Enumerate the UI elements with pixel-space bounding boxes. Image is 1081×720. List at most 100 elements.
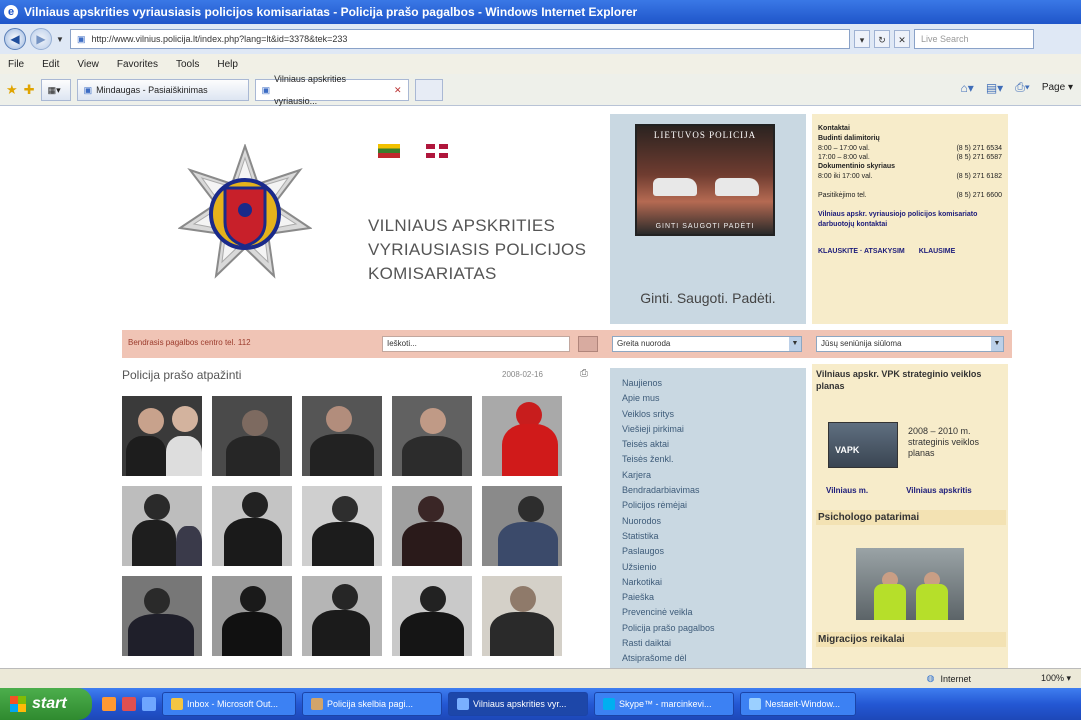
- new-tab-button[interactable]: [414, 78, 443, 101]
- site-search-input[interactable]: Ieškoti...: [382, 336, 570, 352]
- vilnius-county-link[interactable]: Vilniaus apskritis: [906, 486, 972, 495]
- lithuanian-flag-icon[interactable]: [378, 144, 400, 158]
- nav-item[interactable]: Policija prašo pagalbos: [622, 621, 794, 636]
- print-page-icon[interactable]: ⎙: [580, 368, 588, 379]
- nav-item[interactable]: Užsienio: [622, 560, 794, 575]
- nav-item[interactable]: Rasti daiktai: [622, 636, 794, 651]
- suspect-photo[interactable]: [482, 576, 562, 656]
- contact-row: 17:00 – 8:00 val. (8 5) 271 6587: [818, 153, 1002, 162]
- nav-item[interactable]: Veiklos sritys: [622, 407, 794, 422]
- task-label: Inbox - Microsoft Out...: [187, 699, 279, 709]
- menu-edit[interactable]: Edit: [42, 59, 59, 70]
- suspect-photo[interactable]: [392, 396, 472, 476]
- search-go-button[interactable]: [578, 336, 598, 352]
- nav-item[interactable]: Narkotikai: [622, 575, 794, 590]
- chevron-down-icon: ▼: [991, 337, 1003, 351]
- nav-item[interactable]: Bendradarbiavimas: [622, 483, 794, 498]
- nav-item[interactable]: Teisės ženkl.: [622, 452, 794, 467]
- person-shape: [166, 436, 202, 476]
- ie-icon[interactable]: [142, 697, 156, 711]
- back-button[interactable]: ◀: [4, 28, 26, 50]
- quick-tabs-button[interactable]: ▦▾: [40, 78, 71, 101]
- url-field[interactable]: ▣ http://www.vilnius.policija.lt/index.p…: [70, 29, 850, 49]
- suspect-photo[interactable]: [302, 486, 382, 566]
- region-links: Vilniaus m. Vilniaus apskritis: [826, 486, 972, 495]
- english-flag-icon[interactable]: [426, 144, 448, 158]
- district-value: Jūsų seniūnija siūloma: [821, 339, 902, 348]
- feeds-icon[interactable]: ▤▾: [986, 81, 1003, 95]
- taskbar-item-skype[interactable]: Skype™ - marcinkevi...: [594, 692, 734, 716]
- menu-view[interactable]: View: [77, 59, 99, 70]
- quick-link-select[interactable]: Greita nuoroda ▼: [612, 336, 802, 352]
- app-icon[interactable]: [122, 697, 136, 711]
- officers-photo[interactable]: [856, 548, 964, 620]
- suspect-photo[interactable]: [212, 396, 292, 476]
- strategy-plan-image[interactable]: VAPK: [828, 422, 898, 468]
- nav-item[interactable]: Policijos rėmėjai: [622, 498, 794, 513]
- suspect-photo[interactable]: [482, 396, 562, 476]
- print-icon[interactable]: ⎙▾: [1015, 80, 1030, 95]
- refresh-icon[interactable]: ↻: [874, 30, 890, 48]
- nav-item[interactable]: Apie mus: [622, 391, 794, 406]
- suspect-photo[interactable]: [482, 486, 562, 566]
- chevron-down-icon: ▼: [789, 337, 801, 351]
- favorites-star-icon[interactable]: ★: [6, 82, 18, 98]
- zoom-level[interactable]: 100% ▾: [1041, 673, 1071, 684]
- staff-contacts-link[interactable]: Vilniaus apskr. vyriausiojo policijos ko…: [818, 210, 1002, 230]
- tab-mindaugas[interactable]: ▣ Mindaugas - Pasiaiškinimas: [76, 78, 249, 101]
- vilnius-city-link[interactable]: Vilniaus m.: [826, 486, 868, 495]
- strategy-plan-link[interactable]: 2008 – 2010 m. strateginis veiklos plana…: [908, 426, 1000, 459]
- taskbar-item-window[interactable]: Nestaeit-Window...: [740, 692, 856, 716]
- stop-icon[interactable]: ✕: [894, 30, 910, 48]
- ask-link[interactable]: KLAUSKITE · ATSAKYSIM: [818, 248, 905, 255]
- menu-help[interactable]: Help: [217, 59, 238, 70]
- police-poster-banner[interactable]: LIETUVOS POLICIJA GINTI SAUGOTI PADĖTI: [635, 124, 775, 236]
- questions-link[interactable]: KLAUSIME: [919, 248, 956, 255]
- window-title: Vilniaus apskrities vyriausiasis policij…: [24, 5, 638, 19]
- add-favorites-icon[interactable]: ✚: [24, 82, 35, 98]
- history-dropdown-icon[interactable]: ▼: [56, 35, 66, 44]
- taskbar-item-ie-1[interactable]: Policija skelbia pagi...: [302, 692, 442, 716]
- nav-item[interactable]: Nuorodos: [622, 514, 794, 529]
- district-select[interactable]: Jūsų seniūnija siūloma ▼: [816, 336, 1004, 352]
- suspect-photo[interactable]: [212, 576, 292, 656]
- tab-vilnius-police[interactable]: ▣ Vilniaus apskrities vyriausio... ✕: [254, 74, 409, 106]
- close-tab-icon[interactable]: ✕: [394, 79, 402, 101]
- person-shape: [498, 522, 558, 566]
- suspect-photo[interactable]: [122, 486, 202, 566]
- outlook-icon: [171, 698, 183, 710]
- firefox-icon[interactable]: [102, 697, 116, 711]
- suspect-photo[interactable]: [122, 396, 202, 476]
- menu-tools[interactable]: Tools: [176, 59, 199, 70]
- page-menu[interactable]: Page ▾: [1042, 82, 1073, 93]
- suspect-photo[interactable]: [392, 576, 472, 656]
- contact-phone: (8 5) 271 6587: [956, 154, 1002, 161]
- task-label: Nestaeit-Window...: [765, 699, 841, 709]
- globe-icon: ◍: [926, 673, 935, 683]
- live-search-input[interactable]: Live Search: [914, 29, 1034, 49]
- suspect-photo[interactable]: [122, 576, 202, 656]
- nav-item[interactable]: Atsiprašome dėl: [622, 651, 794, 666]
- menu-file[interactable]: File: [8, 59, 24, 70]
- home-icon[interactable]: ⌂▾: [961, 81, 974, 95]
- person-shape: [144, 588, 170, 614]
- nav-item[interactable]: Prevencinė veikla: [622, 605, 794, 620]
- suspect-photo[interactable]: [392, 486, 472, 566]
- start-button[interactable]: start: [0, 688, 92, 720]
- taskbar-item-outlook[interactable]: Inbox - Microsoft Out...: [162, 692, 296, 716]
- menu-favorites[interactable]: Favorites: [117, 59, 158, 70]
- nav-item[interactable]: Paslaugos: [622, 544, 794, 559]
- nav-item[interactable]: Statistika: [622, 529, 794, 544]
- suspect-photo[interactable]: [212, 486, 292, 566]
- nav-item[interactable]: Viešieji pirkimai: [622, 422, 794, 437]
- nav-item[interactable]: Karjera: [622, 468, 794, 483]
- nav-item[interactable]: Naujienos: [622, 376, 794, 391]
- suspect-photo[interactable]: [302, 396, 382, 476]
- nav-item[interactable]: Paieška: [622, 590, 794, 605]
- nav-item[interactable]: Teisės aktai: [622, 437, 794, 452]
- taskbar-item-ie-2[interactable]: Vilniaus apskrities vyr...: [448, 692, 588, 716]
- forward-button[interactable]: ▶: [30, 28, 52, 50]
- url-dropdown-icon[interactable]: ▾: [854, 30, 870, 48]
- suspect-photo[interactable]: [302, 576, 382, 656]
- police-car-image: [653, 178, 697, 196]
